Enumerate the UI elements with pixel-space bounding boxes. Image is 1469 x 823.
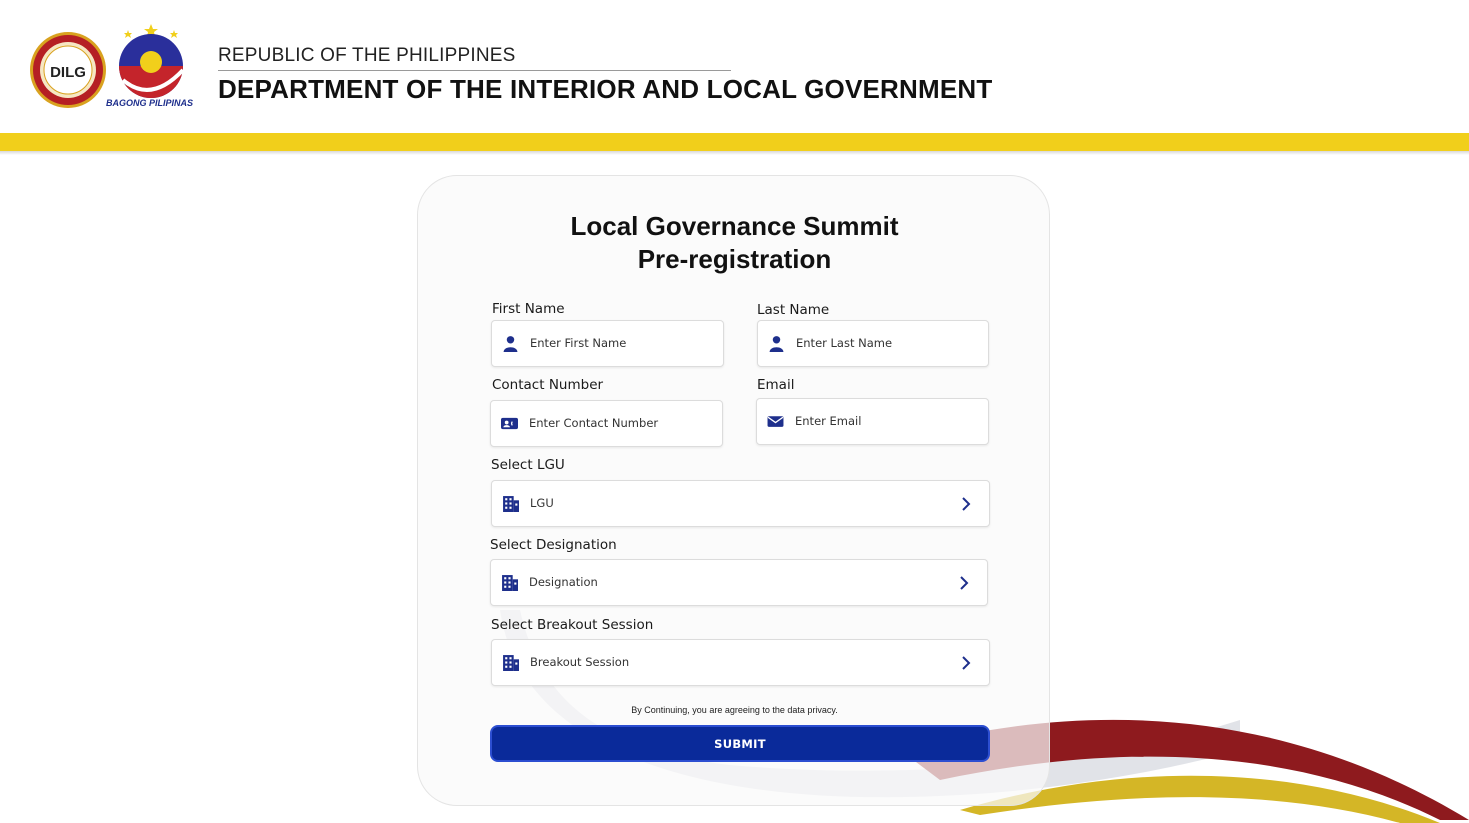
registration-card: Local Governance Summit Pre-registration… [417, 175, 1050, 806]
first-name-placeholder: Enter First Name [530, 336, 627, 350]
envelope-icon [767, 416, 784, 427]
header-divider [218, 70, 731, 71]
chevron-right-icon [962, 656, 971, 670]
building-icon [503, 655, 519, 671]
data-privacy-notice: By Continuing, you are agreeing to the d… [631, 705, 838, 715]
first-name-label: First Name [492, 301, 565, 317]
submit-button[interactable]: SUBMIT [490, 725, 990, 762]
first-name-field[interactable]: Enter First Name [491, 320, 724, 367]
designation-select[interactable]: Designation [490, 559, 988, 606]
building-icon [502, 575, 518, 591]
department-title: DEPARTMENT OF THE INTERIOR AND LOCAL GOV… [218, 74, 993, 104]
bagong-pilipinas-text: BAGONG PILIPINAS [106, 98, 194, 108]
lgu-select[interactable]: LGU [491, 480, 990, 527]
lgu-placeholder: LGU [530, 496, 554, 510]
designation-placeholder: Designation [529, 575, 598, 589]
last-name-field[interactable]: Enter Last Name [757, 320, 989, 367]
email-placeholder: Enter Email [795, 414, 862, 428]
contact-number-placeholder: Enter Contact Number [529, 416, 659, 430]
chevron-right-icon [960, 576, 969, 590]
form-title-line2: Pre-registration [637, 244, 832, 274]
email-label: Email [757, 377, 795, 393]
lgu-label: Select LGU [491, 457, 565, 473]
breakout-session-placeholder: Breakout Session [530, 655, 630, 669]
last-name-label: Last Name [757, 302, 830, 318]
form-title: Local Governance Summit Pre-registration [418, 210, 1051, 276]
email-field[interactable]: Enter Email [756, 398, 989, 445]
last-name-placeholder: Enter Last Name [796, 336, 893, 350]
building-icon [503, 496, 519, 512]
designation-label: Select Designation [490, 537, 617, 553]
contact-card-icon [501, 417, 518, 430]
dilg-seal-logo: DILG [30, 32, 106, 108]
yellow-banner-band [0, 133, 1469, 151]
band-shadow [0, 151, 1469, 155]
chevron-right-icon [962, 497, 971, 511]
breakout-session-select[interactable]: Breakout Session [491, 639, 990, 686]
page-header: DILG BAGONG PILIPINAS REPUBLIC OF THE PH… [0, 0, 1469, 133]
breakout-session-label: Select Breakout Session [491, 617, 654, 633]
contact-number-field[interactable]: Enter Contact Number [490, 400, 723, 447]
user-icon [503, 336, 518, 352]
svg-text:DILG: DILG [50, 64, 86, 81]
contact-number-label: Contact Number [492, 377, 604, 393]
form-title-line1: Local Governance Summit [570, 211, 899, 241]
user-icon [769, 336, 784, 352]
republic-title: REPUBLIC OF THE PHILIPPINES [218, 45, 516, 66]
